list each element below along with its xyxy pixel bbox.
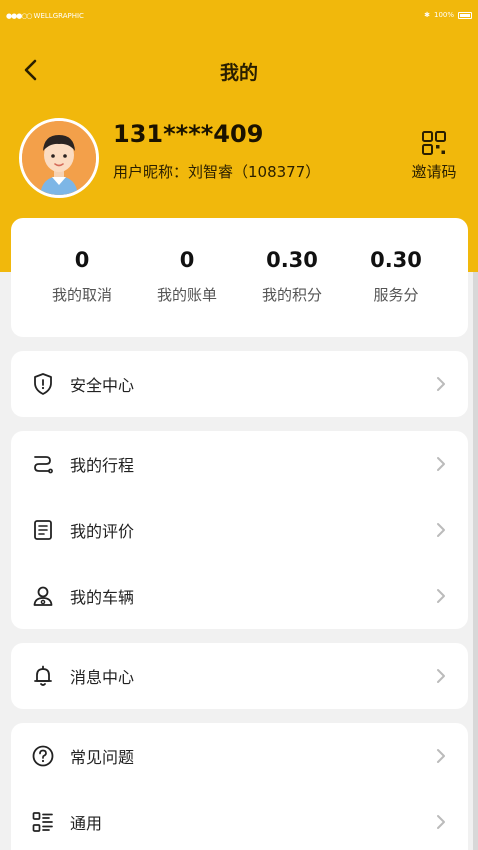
bluetooth-icon: ✱ [424, 11, 430, 19]
status-right: ✱ 100% [424, 11, 472, 19]
avatar-illustration [22, 121, 96, 195]
menu-item-general[interactable]: 通用 [11, 789, 468, 850]
chevron-right-icon [437, 749, 445, 763]
stat-label: 我的取消 [51, 286, 112, 304]
menu-item-my-trips[interactable]: 我的行程 [11, 431, 468, 497]
stat-bills[interactable]: 0 我的账单 [132, 248, 242, 305]
stat-value: 0 [74, 248, 90, 272]
chevron-right-icon [437, 523, 445, 537]
chevron-right-icon [437, 457, 445, 471]
document-icon [34, 520, 52, 540]
qr-code-icon [422, 131, 446, 155]
stat-service-score[interactable]: 0.30 服务分 [341, 248, 451, 305]
menu-item-label: 常见问题 [70, 748, 135, 767]
menu-item-label: 安全中心 [70, 376, 135, 395]
route-icon [34, 456, 53, 474]
chevron-right-icon [437, 669, 445, 683]
stat-label: 服务分 [373, 286, 419, 304]
bell-icon [34, 665, 52, 686]
avatar[interactable] [19, 118, 99, 198]
scrollbar[interactable] [473, 272, 478, 850]
menu-item-label: 通用 [70, 814, 103, 833]
list-settings-icon [32, 812, 53, 832]
battery-icon [458, 11, 472, 19]
driver-icon [33, 586, 53, 606]
menu-item-label: 我的评价 [70, 522, 135, 541]
chevron-right-icon [437, 589, 445, 603]
stat-points[interactable]: 0.30 我的积分 [237, 248, 347, 305]
stat-label: 我的账单 [156, 286, 217, 304]
stat-label: 我的积分 [261, 286, 322, 304]
menu-item-message-center[interactable]: 消息中心 [11, 643, 468, 709]
page-title: 我的 [219, 62, 258, 84]
carrier-name: WELLGRAPHIC [33, 12, 84, 20]
invite-code-label: 邀请码 [411, 163, 457, 181]
signal-icon: ●●●○○ [6, 12, 33, 20]
trips-card: 我的行程 我的评价 我的车辆 [11, 431, 468, 629]
menu-item-label: 消息中心 [70, 668, 135, 687]
signal-carrier: ●●●○○ WELLGRAPHIC [6, 12, 84, 20]
stat-value: 0.30 [370, 248, 422, 272]
chevron-right-icon [437, 377, 445, 391]
stat-value: 0.30 [266, 248, 318, 272]
stat-cancellations[interactable]: 0 我的取消 [27, 248, 137, 305]
question-icon [32, 745, 54, 767]
stat-value: 0 [179, 248, 195, 272]
menu-item-my-vehicles[interactable]: 我的车辆 [11, 563, 468, 629]
shield-icon [34, 373, 52, 395]
menu-item-label: 我的车辆 [70, 588, 135, 607]
menu-item-label: 我的行程 [70, 456, 135, 475]
help-card: 常见问题 通用 [11, 723, 468, 850]
menu-item-safety-center[interactable]: 安全中心 [11, 351, 468, 417]
safety-card: 安全中心 [11, 351, 468, 417]
nickname: 用户昵称：刘智睿（108377） [113, 163, 321, 181]
menu-item-my-reviews[interactable]: 我的评价 [11, 497, 468, 563]
messages-card: 消息中心 [11, 643, 468, 709]
chevron-right-icon [437, 815, 445, 829]
phone-number: 131****409 [113, 120, 264, 148]
menu-item-faq[interactable]: 常见问题 [11, 723, 468, 789]
invite-code-button[interactable]: 邀请码 [404, 130, 464, 182]
status-bar: ●●●○○ WELLGRAPHIC ✱ 100% [0, 0, 478, 34]
stats-card: 0 我的取消 0 我的账单 0.30 我的积分 0.30 服务分 [11, 218, 468, 337]
battery-percent: 100% [433, 11, 454, 19]
